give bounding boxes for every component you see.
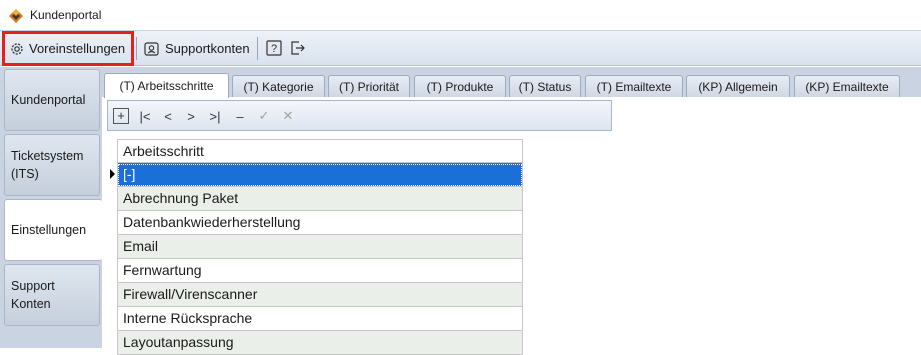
tab-label: (T) Produkte — [426, 79, 494, 94]
table-row[interactable]: Email — [117, 235, 523, 259]
svg-text:?: ? — [271, 43, 277, 55]
tab-label: (T) Kategorie — [243, 79, 314, 94]
post-record-button[interactable]: ✓ — [255, 107, 273, 125]
sidebar-item-einstellungen[interactable]: Einstellungen — [4, 199, 102, 261]
preferences-button[interactable]: Voreinstellungen — [2, 31, 134, 66]
title-bar: Kundenportal — [0, 0, 921, 30]
sidebar-item-label: (ITS) — [11, 167, 39, 181]
table-row[interactable]: Firewall/Virenscanner — [117, 283, 523, 307]
table-row[interactable]: [-] — [117, 163, 523, 187]
toolbar: Voreinstellungen Supportkonten ? — [0, 30, 921, 66]
table-row[interactable]: Interne Rücksprache — [117, 307, 523, 331]
help-icon: ? — [266, 40, 282, 56]
table-row[interactable]: Datenbankwiederherstellung — [117, 211, 523, 235]
preferences-label: Voreinstellungen — [29, 41, 126, 56]
tab-kategorie[interactable]: (T) Kategorie — [232, 75, 325, 97]
next-icon: > — [187, 108, 195, 124]
record-navigator: + |< < > >| – ✓ ✕ — [107, 100, 612, 131]
tab-arbeitsschritte[interactable]: (T) Arbeitsschritte — [104, 73, 229, 98]
tab-label: (T) Arbeitsschritte — [119, 79, 214, 93]
tab-produkte[interactable]: (T) Produkte — [414, 75, 506, 97]
tab-label: (KP) Allgemein — [698, 79, 778, 94]
tab-label: (KP) Emailtexte — [805, 79, 889, 94]
cancel-icon: ✕ — [282, 108, 294, 123]
column-header-arbeitsschritt[interactable]: Arbeitsschritt — [117, 139, 523, 163]
sidebar-item-label: Konten — [11, 297, 51, 311]
exit-icon — [291, 41, 305, 55]
window-title: Kundenportal — [30, 8, 102, 22]
last-record-button[interactable]: >| — [206, 107, 224, 125]
table-row[interactable]: Fernwartung — [117, 259, 523, 283]
add-record-button[interactable]: + — [112, 107, 130, 125]
sidebar-item-label: Kundenportal — [11, 93, 86, 107]
sidebar-item-ticketsystem[interactable]: Ticketsystem (ITS) — [4, 134, 100, 196]
last-icon: >| — [209, 108, 221, 124]
minus-icon: – — [236, 108, 244, 124]
tab-label: (T) Status — [518, 79, 572, 94]
delete-record-button[interactable]: – — [231, 107, 249, 125]
toolbar-separator — [257, 37, 258, 60]
exit-button[interactable] — [289, 39, 307, 57]
prev-icon: < — [164, 108, 172, 124]
table-row[interactable]: Layoutanpassung — [117, 331, 523, 355]
tab-emailtexte[interactable]: (T) Emailtexte — [585, 75, 683, 97]
gear-icon — [11, 42, 23, 55]
table-row[interactable]: Abrechnung Paket — [117, 187, 523, 211]
support-accounts-label: Supportkonten — [165, 41, 250, 56]
tab-status[interactable]: (T) Status — [509, 75, 581, 97]
plus-icon: + — [113, 108, 129, 124]
support-accounts-icon — [144, 41, 159, 56]
sidebar-item-kundenportal[interactable]: Kundenportal — [4, 69, 100, 131]
support-accounts-button[interactable]: Supportkonten — [141, 31, 250, 66]
next-record-button[interactable]: > — [182, 107, 200, 125]
current-row-pointer-icon — [110, 169, 115, 179]
sidebar: Kundenportal Ticketsystem (ITS) Einstell… — [0, 67, 102, 348]
cancel-record-button[interactable]: ✕ — [279, 107, 297, 125]
help-button[interactable]: ? — [265, 39, 283, 57]
tab-label: (T) Emailtexte — [596, 79, 672, 94]
first-icon: |< — [139, 108, 151, 124]
tab-kp-emailtexte[interactable]: (KP) Emailtexte — [794, 75, 900, 97]
sidebar-item-support-konten[interactable]: Support Konten — [4, 264, 100, 326]
toolbar-separator — [136, 37, 137, 60]
tab-strip: (T) Arbeitsschritte (T) Kategorie (T) Pr… — [102, 67, 921, 98]
main-content: (T) Arbeitsschritte (T) Kategorie (T) Pr… — [102, 67, 921, 355]
tab-kp-allgemein[interactable]: (KP) Allgemein — [686, 75, 790, 97]
app-logo-icon — [9, 9, 23, 23]
tab-label: (T) Priorität — [339, 79, 399, 94]
check-icon: ✓ — [258, 108, 270, 123]
tab-prioritaet[interactable]: (T) Priorität — [328, 75, 410, 97]
sidebar-item-label: Einstellungen — [11, 223, 87, 237]
first-record-button[interactable]: |< — [136, 107, 154, 125]
prev-record-button[interactable]: < — [159, 107, 177, 125]
sidebar-item-label: Ticketsystem — [11, 149, 84, 163]
sidebar-item-label: Support — [11, 279, 55, 293]
